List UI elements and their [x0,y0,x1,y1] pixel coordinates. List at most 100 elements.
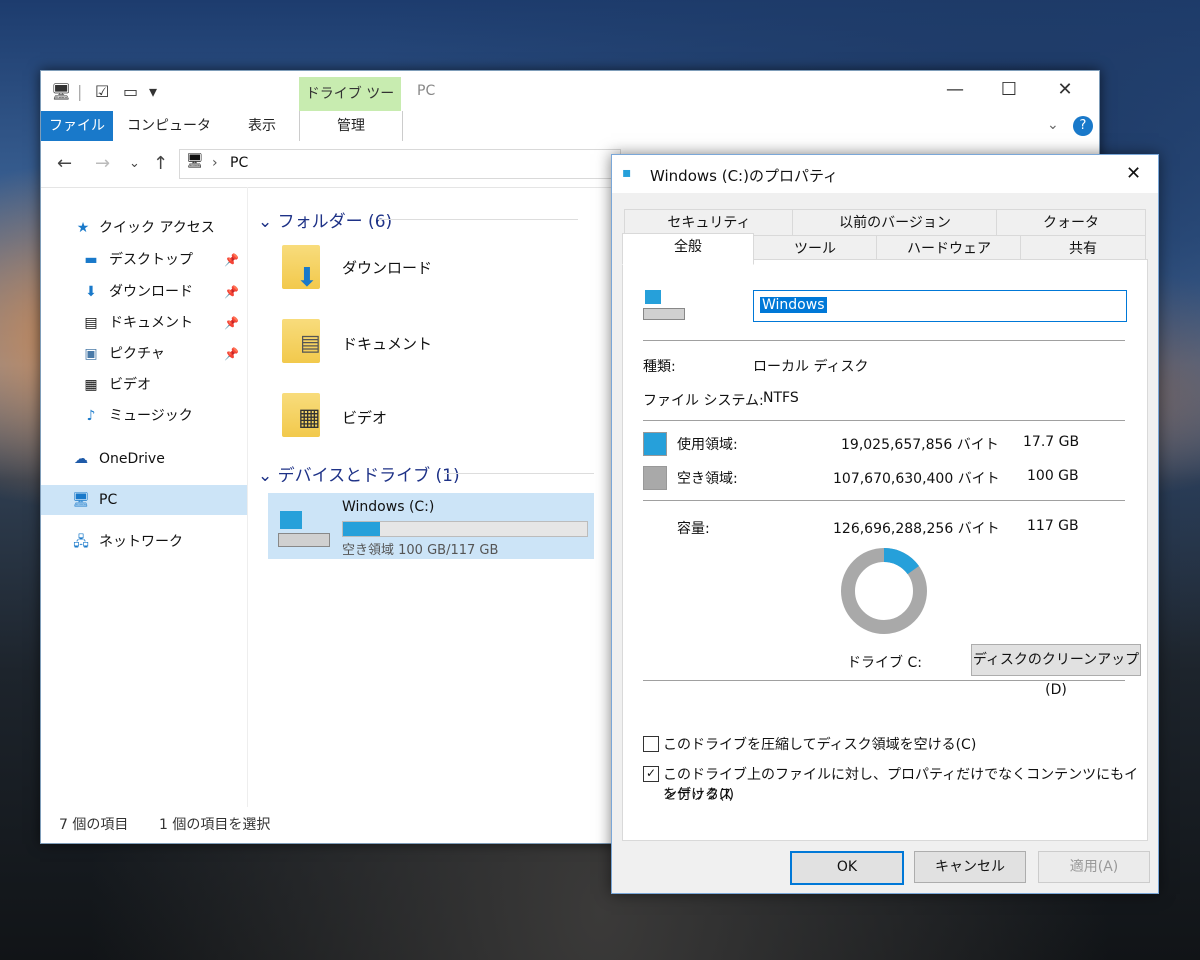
download-arrow-icon: ⬇ [85,284,97,300]
group-divider [378,219,578,220]
compress-checkbox[interactable] [643,736,659,752]
capacity-gb: 117 GB [1027,518,1079,534]
folder-item-videos[interactable]: ▦ ビデオ [282,393,482,449]
customize-qat-icon[interactable]: ▾ [149,81,157,103]
drive-name-value: Windows [760,297,827,313]
close-icon[interactable]: ✕ [1126,163,1141,184]
pc-icon: 🖥 [186,153,204,169]
used-space-swatch [643,432,667,456]
star-icon: ★ [76,220,90,236]
divider [643,420,1125,421]
minimize-button[interactable]: — [931,75,979,105]
group-label: フォルダー (6) [277,212,393,232]
pc-icon: 🖥 [72,492,90,508]
drive-item-c[interactable]: Windows (C:) 空き領域 100 GB/117 GB [268,493,594,559]
ok-button[interactable]: OK [790,851,904,885]
sidebar-label: OneDrive [99,451,165,467]
sidebar-label: ネットワーク [99,534,183,550]
drive-body [643,308,685,320]
index-label-cont: を付ける(I) [663,787,735,803]
drive-icon [643,290,687,326]
close-button[interactable]: ✕ [1041,75,1089,105]
drive-name-input[interactable]: Windows [753,290,1127,322]
sidebar-item-music[interactable]: ♪ ミュージック [41,401,247,431]
capacity-label: 容量: [677,521,710,537]
apply-button[interactable]: 適用(A) [1038,851,1150,883]
back-button[interactable]: ← [57,153,72,174]
used-gb: 17.7 GB [1023,434,1080,450]
sidebar-item-network[interactable]: 🖧 ネットワーク [41,527,247,557]
up-button[interactable]: ↑ [153,153,168,174]
drive-label: ドライブ C: [847,655,922,671]
fs-value: NTFS [763,390,799,406]
tab-manage[interactable]: 管理 [299,111,403,141]
sidebar-item-desktop[interactable]: ▬ デスクトップ 📌 [41,245,247,275]
sidebar-item-videos[interactable]: ▦ ビデオ [41,370,247,400]
used-bytes: 19,025,657,856 バイト [841,437,999,453]
drive-icon: ▪ [622,165,632,181]
item-count: 7 個の項目 [59,817,129,833]
drive-tools-context-tab: ドライブ ツール [299,77,401,136]
navigation-pane: ★ クイック アクセス ▬ デスクトップ 📌 ⬇ ダウンロード 📌 ▤ ドキュメ… [41,187,248,807]
group-label: デバイスとドライブ (1) [277,466,460,486]
sidebar-item-downloads[interactable]: ⬇ ダウンロード 📌 [41,277,247,307]
tab-previous-versions[interactable]: 以前のバージョン [792,209,998,237]
drive-name: Windows (C:) [342,499,435,515]
network-icon: 🖧 [73,534,89,550]
free-bytes: 107,670,630,400 バイト [833,471,1000,487]
cancel-button[interactable]: キャンセル [914,851,1026,883]
forward-button[interactable]: → [95,153,110,174]
sidebar-item-onedrive[interactable]: ☁ OneDrive [41,444,247,474]
drive-usage-bar [342,521,588,537]
sidebar-label: ミュージック [109,408,193,424]
pin-icon: 📌 [224,316,239,330]
help-icon[interactable]: ? [1073,116,1093,136]
tab-general[interactable]: 全般 [622,233,754,265]
maximize-button[interactable]: ☐ [985,75,1033,105]
windows-logo-icon [645,290,661,304]
folder-item-downloads[interactable]: ⬇ ダウンロード [282,245,482,301]
selected-count: 1 個の項目を選択 [159,817,271,833]
compress-label: このドライブを圧縮してディスク領域を空ける(C) [663,737,977,753]
sidebar-item-quick-access[interactable]: ★ クイック アクセス [41,213,247,243]
fs-label: ファイル システム: [643,393,764,409]
properties-icon[interactable]: ☑ [95,81,109,103]
sidebar-item-pictures[interactable]: ▣ ピクチャ 📌 [41,339,247,369]
devices-group-header[interactable]: ⌄ デバイスとドライブ (1) [258,461,460,486]
sidebar-label: ピクチャ [109,346,165,362]
sidebar-label: ダウンロード [109,284,193,300]
folder-item-documents[interactable]: ▤ ドキュメント [282,319,482,375]
tab-view[interactable]: 表示 [231,111,293,141]
recent-locations-button[interactable]: ⌄ [129,156,140,171]
sidebar-label: PC [99,492,118,508]
properties-dialog: ▪ Windows (C:)のプロパティ ✕ セキュリティ 以前のバージョン ク… [611,154,1159,894]
sidebar-item-pc[interactable]: 🖥 PC [41,485,247,515]
tab-computer[interactable]: コンピューター [121,111,217,164]
disk-cleanup-button[interactable]: ディスクのクリーンアップ(D) [971,644,1141,698]
type-label: 種類: [643,359,676,375]
drive-body [278,533,330,547]
address-bar[interactable]: 🖥 › PC [179,149,621,179]
folder-label: ダウンロード [342,259,433,277]
computer-icon[interactable]: 🖥 [51,81,71,103]
window-title: PC [417,83,436,99]
sidebar-label: ビデオ [109,377,151,393]
expand-ribbon-icon[interactable]: ⌄ [1047,117,1059,133]
tab-file[interactable]: ファイル [41,111,113,141]
folders-group-header[interactable]: ⌄ フォルダー (6) [258,207,392,232]
tab-quota[interactable]: クォータ [996,209,1146,237]
chevron-down-icon: ⌄ [258,212,273,232]
dialog-title: Windows (C:)のプロパティ [650,167,839,185]
dialog-title-bar: ▪ Windows (C:)のプロパティ ✕ [612,155,1158,193]
group-divider [444,473,594,474]
index-checkbox[interactable]: ✓ [643,766,659,782]
separator: | [77,82,83,101]
free-gb: 100 GB [1027,468,1079,484]
music-note-icon: ♪ [86,408,96,424]
new-folder-icon[interactable]: ▭ [123,81,138,103]
chevron-right-icon: › [212,155,218,171]
sidebar-item-documents[interactable]: ▤ ドキュメント 📌 [41,308,247,338]
folder-label: ビデオ [342,409,388,427]
title-bar: 🖥 | ☑ ▭ ▾ PC — ☐ ✕ [41,71,1099,111]
free-space-swatch [643,466,667,490]
